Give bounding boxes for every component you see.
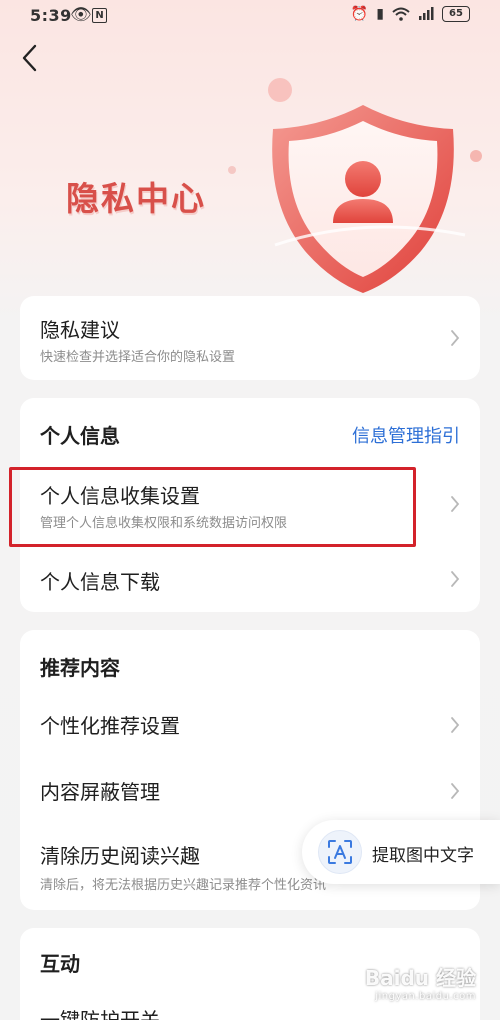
ocr-icon [318, 830, 362, 874]
row-title: 个性化推荐设置 [40, 714, 180, 738]
chevron-right-icon [451, 571, 460, 587]
ocr-label: 提取图中文字 [372, 846, 474, 866]
baidu-watermark: Baidu 经验 jingyan.baidu.com [365, 962, 476, 1002]
text-scan-icon [328, 840, 352, 864]
signal-icon [419, 7, 434, 20]
status-icons: ⏰ ▮ 65 [351, 6, 470, 22]
back-button[interactable] [14, 40, 44, 76]
personal-info-download-row[interactable]: 个人信息下载 [20, 550, 480, 608]
status-time: 5:39 [30, 6, 72, 25]
privacy-advice-row[interactable]: 隐私建议 快速检查并选择适合你的隐私设置 [20, 296, 480, 380]
wifi-icon [392, 7, 410, 21]
chevron-right-icon [451, 783, 460, 799]
section-title: 互动 [40, 952, 80, 976]
row-title: 隐私建议 [40, 318, 120, 342]
chevron-left-icon [22, 44, 37, 72]
info-guide-link[interactable]: 信息管理指引 [352, 422, 460, 448]
watermark-sub: jingyan.baidu.com [375, 991, 476, 1002]
row-title: 一键防护开关 [40, 1008, 160, 1020]
row-subtitle: 快速检查并选择适合你的隐私设置 [40, 350, 236, 365]
row-title: 清除历史阅读兴趣 [40, 844, 200, 868]
shield-user-icon [272, 105, 466, 293]
battery-indicator: 65 [442, 6, 470, 22]
chevron-right-icon [451, 717, 460, 733]
nfc-icon: N [92, 8, 107, 23]
page-title: 隐私中心 [66, 179, 206, 218]
extract-text-button[interactable]: 提取图中文字 [302, 820, 500, 884]
content-block-row[interactable]: 内容屏蔽管理 [20, 760, 480, 822]
row-title: 内容屏蔽管理 [40, 780, 160, 804]
row-title: 个人信息下载 [40, 570, 160, 594]
privacy-advice-card: 隐私建议 快速检查并选择适合你的隐私设置 [20, 296, 480, 380]
watermark-main: Baidu 经验 [364, 966, 476, 990]
vibrate-icon: ▮ [376, 6, 384, 22]
status-bar: 5:39 👁 N ⏰ ▮ 65 [0, 0, 500, 32]
section-title: 个人信息 [40, 424, 120, 448]
highlight-annotation [9, 467, 416, 547]
chevron-right-icon [451, 496, 460, 512]
alarm-icon: ⏰ [350, 6, 369, 22]
eye-icon: 👁 [70, 5, 92, 25]
decorative-dot [228, 166, 236, 174]
row-subtitle: 清除后，将无法根据历史兴趣记录推荐个性化资讯 [40, 878, 327, 893]
personalized-recommend-row[interactable]: 个性化推荐设置 [20, 696, 480, 758]
chevron-right-icon [451, 330, 460, 346]
section-title: 推荐内容 [40, 656, 120, 680]
